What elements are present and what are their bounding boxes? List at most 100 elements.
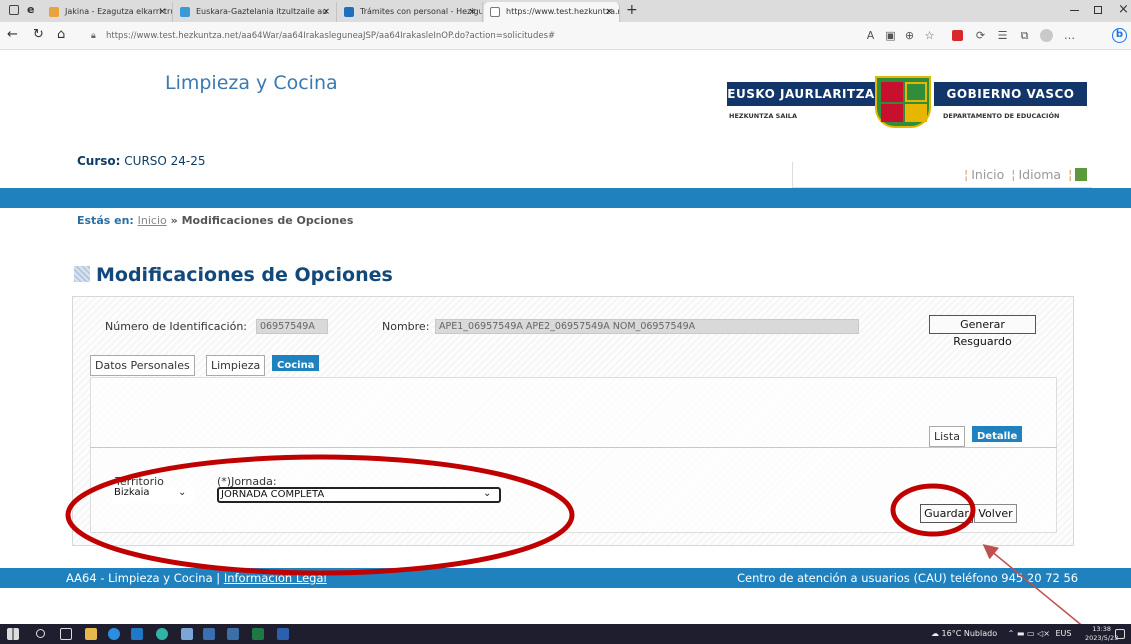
home-icon[interactable]: ⌂ xyxy=(57,27,65,42)
edge-icon[interactable]: e xyxy=(27,3,34,16)
footer-left: AA64 - Limpieza y Cocina | Información L… xyxy=(66,568,327,588)
logo-right-text: GOBIERNO VASCO xyxy=(934,82,1087,106)
profile-avatar-icon[interactable] xyxy=(1040,29,1053,42)
options-form-panel: Número de Identificación: 06957549A Nomb… xyxy=(72,296,1074,546)
volver-button[interactable]: Volver xyxy=(974,504,1017,523)
tab-close-icon[interactable]: × xyxy=(322,2,330,22)
calculator-icon[interactable] xyxy=(203,628,215,640)
tab-title: Trámites con personal - Heziguns xyxy=(360,7,483,16)
collections-icon[interactable]: ⧉ xyxy=(1018,29,1031,42)
gobierno-vasco-logo[interactable]: EUSKO JAURLARITZA GOBIERNO VASCO HEZKUNT… xyxy=(727,76,1087,142)
excel-icon[interactable] xyxy=(252,628,264,640)
top-links: ¦ Inicio ¦ Idioma ¦ xyxy=(792,162,1092,188)
weather-text[interactable]: 16°C Nublado xyxy=(942,629,998,638)
edge-taskbar-icon[interactable] xyxy=(156,628,168,640)
word-icon[interactable] xyxy=(277,628,289,640)
window-close-icon[interactable]: × xyxy=(1118,2,1129,17)
exit-icon[interactable] xyxy=(1075,168,1088,181)
jornada-value: JORNADA COMPLETA xyxy=(221,489,325,500)
breadcrumb-label: Estás en: xyxy=(77,214,134,227)
title-square-icon xyxy=(74,266,90,282)
file-explorer-icon[interactable] xyxy=(85,628,97,640)
app2-icon[interactable] xyxy=(227,628,239,640)
weather-icon: ☁ xyxy=(931,629,939,638)
favorites-icon[interactable]: ☰ xyxy=(996,29,1009,42)
tab-favicon-icon xyxy=(344,7,354,17)
id-field: 06957549A xyxy=(256,319,328,334)
immersive-reader-icon[interactable]: ▣ xyxy=(884,29,897,42)
clock[interactable]: 13:38 2023/5/23 xyxy=(1085,625,1118,643)
tab-actions-icon[interactable] xyxy=(9,5,19,15)
site-header: Limpieza y Cocina EUSKO JAURLARITZA GOBI… xyxy=(0,50,1131,190)
app-icon[interactable] xyxy=(181,628,193,640)
clock-date: 2023/5/23 xyxy=(1085,634,1119,642)
footer-app-name: AA64 - Limpieza y Cocina | xyxy=(66,571,221,585)
browser-tab-tramites[interactable]: Trámites con personal - Heziguns × xyxy=(338,2,483,22)
url-field[interactable]: 🔒︎ https://www.test.hezkuntza.net/aa64Wa… xyxy=(86,26,646,46)
task-view-icon[interactable] xyxy=(60,628,72,640)
id-label: Número de Identificación: xyxy=(105,320,248,333)
course-label: Curso: xyxy=(77,154,121,168)
read-aloud-icon[interactable]: A xyxy=(864,29,877,42)
view-tab-lista[interactable]: Lista xyxy=(929,426,965,447)
language-indicator[interactable]: EUS xyxy=(1056,629,1072,638)
tab-close-icon[interactable]: × xyxy=(158,2,166,22)
refresh-extension-icon[interactable]: ⟳ xyxy=(974,29,987,42)
legal-info-link[interactable]: Información Legal xyxy=(224,571,327,585)
territorio-select[interactable]: Bizkaia ⌄ xyxy=(112,487,194,503)
back-arrow-icon[interactable]: ← xyxy=(7,27,18,42)
page-title-text: Modificaciones de Opciones xyxy=(96,264,393,286)
windows-start-icon[interactable] xyxy=(7,628,19,640)
footer-cau-info: Centro de atención a usuarios (CAU) telé… xyxy=(737,571,1079,585)
breadcrumb-home-link[interactable]: Inicio xyxy=(138,214,167,227)
search-icon[interactable] xyxy=(36,629,45,638)
detail-section: Territorio Bizkaia ⌄ (*)Jornada: JORNADA… xyxy=(90,447,1057,533)
chevron-down-icon: ⌄ xyxy=(483,488,492,499)
restore-icon[interactable] xyxy=(1094,6,1102,14)
browser-tab-bar: e Jakina - Ezagutza elkarri trukatzo × E… xyxy=(0,0,1131,22)
minimize-icon[interactable] xyxy=(1070,10,1079,11)
view-tab-detalle[interactable]: Detalle xyxy=(972,426,1023,442)
page-title: Modificaciones de Opciones xyxy=(74,264,393,286)
name-field: APE1_06957549A APE2_06957549A NOM_069575… xyxy=(435,319,859,334)
breadcrumb-current: Modificaciones de Opciones xyxy=(181,214,354,227)
jornada-select[interactable]: JORNADA COMPLETA ⌄ xyxy=(217,487,501,503)
outlook-icon[interactable] xyxy=(131,628,143,640)
inicio-link[interactable]: Inicio xyxy=(971,167,1004,182)
new-tab-button[interactable]: + xyxy=(626,2,638,18)
idioma-link[interactable]: Idioma xyxy=(1019,167,1062,182)
tab-title: Jakina - Ezagutza elkarri trukatzo xyxy=(65,7,172,16)
tab-favicon-icon xyxy=(49,7,59,17)
logo-sub-right: DEPARTAMENTO DE EDUCACIÓN xyxy=(943,112,1060,120)
name-label: Nombre: xyxy=(382,320,430,333)
refresh-icon[interactable]: ↻ xyxy=(33,27,44,42)
browser-tab-jakina[interactable]: Jakina - Ezagutza elkarri trukatzo × xyxy=(43,2,173,22)
generar-resguardo-button[interactable]: Generar Resguardo xyxy=(929,315,1036,348)
extension-icon[interactable] xyxy=(952,30,963,41)
notifications-icon[interactable] xyxy=(1115,629,1125,639)
tab-datos-personales[interactable]: Datos Personales xyxy=(90,355,195,376)
tab-close-icon[interactable]: × xyxy=(468,2,476,22)
tab-close-icon[interactable]: × xyxy=(605,2,613,22)
lock-icon: 🔒︎ xyxy=(91,31,96,41)
course-value: CURSO 24-25 xyxy=(124,154,206,168)
bing-icon[interactable]: b xyxy=(1112,28,1127,43)
zoom-icon[interactable]: ⊕ xyxy=(903,29,916,42)
guardar-button[interactable]: Guardar xyxy=(920,504,973,523)
tab-title: Euskara-Gaztelania itzultzaile au xyxy=(196,7,328,16)
browser-tab-euskara[interactable]: Euskara-Gaztelania itzultzaile au × xyxy=(174,2,337,22)
page-content: Limpieza y Cocina EUSKO JAURLARITZA GOBI… xyxy=(0,50,1131,624)
tab-title: https://www.test.hezkuntza.net/ xyxy=(506,7,619,16)
logo-sub-left: HEZKUNTZA SAILA xyxy=(729,112,797,120)
favorite-star-icon[interactable]: ☆ xyxy=(923,29,936,42)
system-tray: ☁ 16°C Nublado ⌃ ▬ ▭ ◁× EUS xyxy=(931,624,1072,644)
clock-time: 13:38 xyxy=(1092,625,1112,633)
breadcrumb-separator: » xyxy=(170,214,178,227)
tray-icons[interactable]: ⌃ ▬ ▭ ◁× xyxy=(1008,629,1050,638)
url-text: https://www.test.hezkuntza.net/aa64War/a… xyxy=(106,31,556,41)
more-menu-icon[interactable]: … xyxy=(1063,29,1076,42)
browser-tab-active[interactable]: https://www.test.hezkuntza.net/ × xyxy=(484,2,620,22)
tab-limpieza[interactable]: Limpieza xyxy=(206,355,266,376)
ie-icon[interactable] xyxy=(108,628,120,640)
tab-cocina[interactable]: Cocina xyxy=(272,355,320,371)
